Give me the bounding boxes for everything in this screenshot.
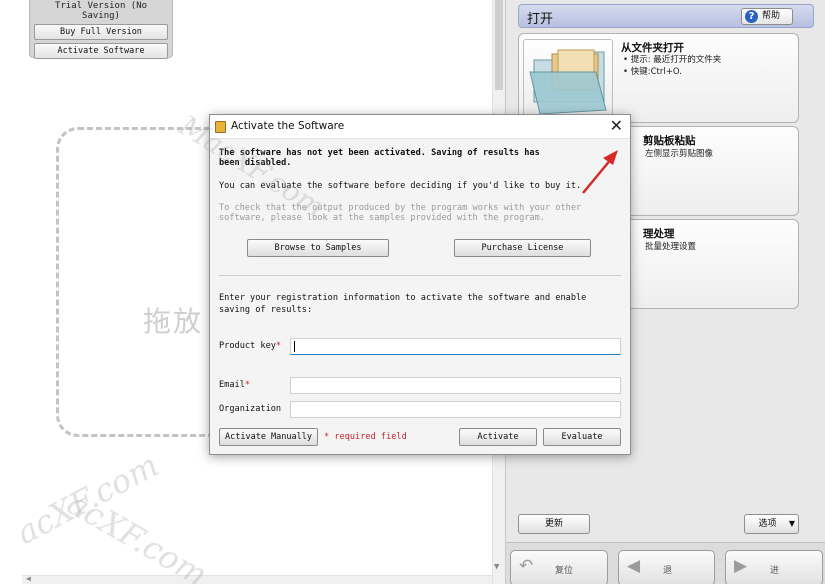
- open-folder-card[interactable]: 从文件夹打开 • 提示: 最近打开的文件夹 • 快键:Ctrl+O.: [518, 33, 799, 123]
- folder-icon: [523, 39, 613, 121]
- activation-warning-cont: been disabled.: [219, 158, 292, 168]
- divider: [219, 275, 621, 276]
- browse-samples-button[interactable]: Browse to Samples: [247, 239, 389, 257]
- scroll-left-icon[interactable]: ◀: [26, 574, 31, 583]
- card-shortcut: • 快键:Ctrl+O.: [623, 67, 682, 77]
- required-marker: *: [244, 380, 251, 390]
- update-button[interactable]: 更新: [518, 514, 590, 534]
- buy-full-version-button[interactable]: Buy Full Version: [34, 24, 168, 40]
- undo-icon: ↶: [519, 556, 534, 576]
- text-caret: [294, 341, 295, 352]
- close-icon[interactable]: ✕: [610, 116, 623, 135]
- card-tip: • 提示: 最近打开的文件夹: [623, 55, 722, 65]
- email-label: Email*: [219, 380, 250, 390]
- forward-button[interactable]: ▶ 进: [725, 550, 823, 584]
- registration-instructions: Enter your registration information to a…: [219, 293, 587, 303]
- options-button[interactable]: 选项 ▼: [744, 514, 799, 534]
- samples-note-cont: software, please look at the samples pro…: [219, 213, 545, 223]
- scrollbar-thumb[interactable]: [495, 0, 503, 90]
- samples-note: To check that the output produced by the…: [219, 203, 582, 213]
- forward-arrow-icon: ▶: [734, 556, 748, 576]
- forward-label: 进: [770, 566, 780, 576]
- back-arrow-icon: ◀: [627, 556, 641, 576]
- help-button[interactable]: ? 帮助: [741, 8, 793, 25]
- card-tip: 左侧显示剪贴图像: [645, 149, 714, 159]
- trial-status: Trial Version (No Saving): [54, 1, 148, 21]
- dialog-title: Activate the Software: [231, 120, 345, 132]
- dropdown-arrow-icon: ▼: [788, 519, 795, 528]
- navigation-bar: ↶ 复位 ◀ 退 ▶ 进: [506, 542, 825, 584]
- back-label: 退: [663, 566, 673, 576]
- required-note-text: * required field: [324, 432, 407, 442]
- email-field[interactable]: [290, 377, 621, 394]
- registration-instructions-cont: saving of results:: [219, 305, 313, 315]
- evaluate-note: You can evaluate the software before dec…: [219, 181, 582, 191]
- organization-label: Organization: [219, 404, 282, 414]
- reset-button[interactable]: ↶ 复位: [510, 550, 608, 584]
- evaluate-button[interactable]: Evaluate: [543, 428, 621, 446]
- card-title: 理处理: [643, 228, 675, 240]
- back-button[interactable]: ◀ 退: [618, 550, 715, 584]
- required-field-note: * required field: [324, 432, 407, 442]
- email-label-text: Email: [219, 380, 245, 390]
- purchase-license-button[interactable]: Purchase License: [454, 239, 591, 257]
- product-key-field[interactable]: [290, 338, 621, 355]
- horizontal-scrollbar[interactable]: ◀: [22, 574, 492, 584]
- dialog-titlebar[interactable]: Activate the Software ✕: [210, 115, 630, 139]
- required-marker: *: [275, 341, 282, 351]
- activation-warning: The software has not yet been activated.…: [219, 148, 540, 158]
- open-section-header: 打开 ? 帮助: [518, 4, 814, 28]
- card-tip: 批量处理设置: [645, 242, 697, 252]
- help-icon: ?: [745, 10, 758, 23]
- scroll-down-icon[interactable]: ▼: [494, 562, 499, 572]
- options-label: 选项: [758, 519, 777, 529]
- reset-label: 复位: [555, 566, 574, 576]
- section-title: 打开: [527, 12, 554, 27]
- trial-panel: Trial Version (No Saving) Buy Full Versi…: [29, 0, 173, 59]
- activate-button[interactable]: Activate: [459, 428, 537, 446]
- card-title: 剪贴板粘贴: [643, 135, 696, 147]
- product-key-label: Product key*: [219, 341, 281, 351]
- app-icon: [215, 121, 226, 133]
- activate-software-button[interactable]: Activate Software: [34, 43, 168, 59]
- organization-field[interactable]: [290, 401, 621, 418]
- help-label: 帮助: [762, 11, 781, 21]
- activate-dialog: Activate the Software ✕ The software has…: [209, 114, 631, 455]
- drop-hint: 拖放: [143, 305, 204, 338]
- activate-manually-button[interactable]: Activate Manually: [219, 428, 318, 446]
- product-key-label-text: Product key: [219, 341, 276, 351]
